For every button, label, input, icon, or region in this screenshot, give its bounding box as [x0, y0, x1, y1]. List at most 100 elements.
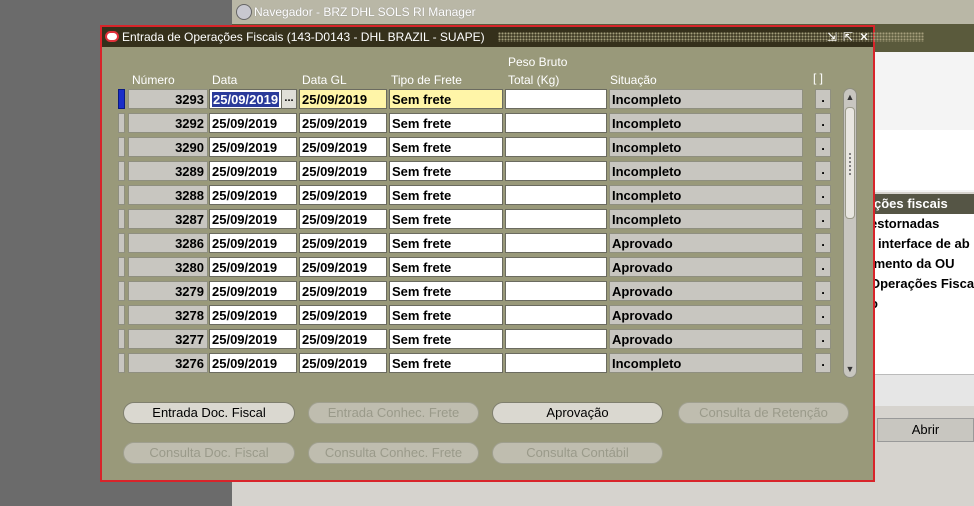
row-selector[interactable] [118, 137, 125, 157]
window-titlebar[interactable]: Entrada de Operações Fiscais (143-D0143 … [102, 27, 924, 47]
row-selector[interactable] [118, 353, 125, 373]
consulta-retencao-button[interactable]: Consulta de Retenção [678, 402, 849, 424]
table-row[interactable]: 3280 25/09/2019 25/09/2019 Sem frete Aprovad… [102, 257, 862, 277]
row-selector[interactable] [118, 209, 125, 229]
numero-cell[interactable]: 3290 [128, 137, 208, 157]
tipo-frete-field[interactable]: Sem frete [389, 329, 503, 349]
row-selector[interactable] [118, 257, 125, 277]
table-row[interactable]: 3278 25/09/2019 25/09/2019 Sem frete Aprovad… [102, 305, 862, 325]
tipo-frete-field[interactable]: Sem frete [389, 137, 503, 157]
consulta-contabil-button[interactable]: Consulta Contábil [492, 442, 663, 464]
numero-cell[interactable]: 3287 [128, 209, 208, 229]
descriptive-flexfield[interactable]: . [815, 209, 831, 229]
tipo-frete-field[interactable]: Sem frete [389, 257, 503, 277]
data-gl-field[interactable]: 25/09/2019 [299, 353, 387, 373]
consulta-doc-fiscal-button[interactable]: Consulta Doc. Fiscal [123, 442, 295, 464]
data-gl-field[interactable]: 25/09/2019 [299, 257, 387, 277]
row-selector[interactable] [118, 185, 125, 205]
tipo-frete-field[interactable]: Sem frete [389, 89, 503, 109]
peso-bruto-field[interactable] [505, 329, 607, 349]
data-gl-field[interactable]: 25/09/2019 [299, 305, 387, 325]
peso-bruto-field[interactable] [505, 305, 607, 325]
table-row[interactable]: 3277 25/09/2019 25/09/2019 Sem frete Aprovad… [102, 329, 862, 349]
vertical-scrollbar[interactable]: ▲ ▼ [843, 88, 857, 378]
abrir-button[interactable]: Abrir [877, 418, 974, 442]
peso-bruto-field[interactable] [505, 89, 607, 109]
row-selector[interactable] [118, 305, 125, 325]
data-field[interactable]: 25/09/2019 [209, 185, 297, 205]
descriptive-flexfield[interactable]: . [815, 329, 831, 349]
aprovacao-button[interactable]: Aprovação [492, 402, 663, 424]
tipo-frete-field[interactable]: Sem frete [389, 281, 503, 301]
data-field[interactable]: 25/09/2019 [209, 137, 297, 157]
data-gl-field[interactable]: 25/09/2019 [299, 113, 387, 133]
table-row[interactable]: 3276 25/09/2019 25/09/2019 Sem frete Incompl… [102, 353, 862, 373]
numero-cell[interactable]: 3278 [128, 305, 208, 325]
descriptive-flexfield[interactable]: . [815, 185, 831, 205]
consulta-conhec-frete-button[interactable]: Consulta Conhec. Frete [308, 442, 479, 464]
numero-cell[interactable]: 3286 [128, 233, 208, 253]
table-row[interactable]: 3292 25/09/2019 25/09/2019 Sem frete Incompl… [102, 113, 862, 133]
numero-cell[interactable]: 3279 [128, 281, 208, 301]
entrada-conhec-frete-button[interactable]: Entrada Conhec. Frete [308, 402, 479, 424]
maximize-icon[interactable]: ⇱ [841, 29, 855, 45]
data-gl-field[interactable]: 25/09/2019 [299, 209, 387, 229]
scroll-down-icon[interactable]: ▼ [844, 362, 856, 376]
table-row[interactable]: 3289 25/09/2019 25/09/2019 Sem frete Incompl… [102, 161, 862, 181]
row-selector[interactable] [118, 329, 125, 349]
table-row[interactable]: 3293 25/09/2019... 25/09/2019 Sem frete Inco… [102, 89, 862, 109]
numero-cell[interactable]: 3289 [128, 161, 208, 181]
tipo-frete-field[interactable]: Sem frete [389, 113, 503, 133]
numero-cell[interactable]: 3276 [128, 353, 208, 373]
close-icon[interactable]: ✕ [857, 29, 871, 45]
table-row[interactable]: 3290 25/09/2019 25/09/2019 Sem frete Incompl… [102, 137, 862, 157]
data-field[interactable]: 25/09/2019 [209, 353, 297, 373]
table-row[interactable]: 3287 25/09/2019 25/09/2019 Sem frete Incompl… [102, 209, 862, 229]
data-field[interactable]: 25/09/2019 [209, 161, 297, 181]
data-field[interactable]: 25/09/2019 [209, 305, 297, 325]
numero-cell[interactable]: 3280 [128, 257, 208, 277]
peso-bruto-field[interactable] [505, 185, 607, 205]
peso-bruto-field[interactable] [505, 209, 607, 229]
data-gl-field[interactable]: 25/09/2019 [299, 161, 387, 181]
list-item[interactable]: imento da OU [870, 254, 974, 274]
numero-cell[interactable]: 3277 [128, 329, 208, 349]
tipo-frete-field[interactable]: Sem frete [389, 161, 503, 181]
numero-cell[interactable]: 3292 [128, 113, 208, 133]
tipo-frete-field[interactable]: Sem frete [389, 305, 503, 325]
peso-bruto-field[interactable] [505, 257, 607, 277]
descriptive-flexfield[interactable]: . [815, 281, 831, 301]
list-item[interactable]: Operações Fisca [870, 274, 974, 294]
scroll-thumb[interactable] [845, 107, 855, 219]
peso-bruto-field[interactable] [505, 281, 607, 301]
descriptive-flexfield[interactable]: . [815, 305, 831, 325]
list-item[interactable]: o [870, 294, 974, 314]
data-field[interactable]: 25/09/2019 [209, 209, 297, 229]
scroll-up-icon[interactable]: ▲ [844, 90, 856, 104]
row-selector[interactable] [118, 89, 125, 109]
minimize-icon[interactable]: ⇲ [825, 29, 839, 45]
list-item[interactable]: - interface de ab [870, 234, 974, 254]
data-gl-field[interactable]: 25/09/2019 [299, 281, 387, 301]
table-row[interactable]: 3288 25/09/2019 25/09/2019 Sem frete Incompl… [102, 185, 862, 205]
data-gl-field[interactable]: 25/09/2019 [299, 89, 387, 109]
peso-bruto-field[interactable] [505, 113, 607, 133]
row-selector[interactable] [118, 113, 125, 133]
table-row[interactable]: 3286 25/09/2019 25/09/2019 Sem frete Aprovad… [102, 233, 862, 253]
peso-bruto-field[interactable] [505, 233, 607, 253]
descriptive-flexfield[interactable]: . [815, 233, 831, 253]
descriptive-flexfield[interactable]: . [815, 353, 831, 373]
data-field[interactable]: 25/09/2019 [209, 257, 297, 277]
data-gl-field[interactable]: 25/09/2019 [299, 233, 387, 253]
data-gl-field[interactable]: 25/09/2019 [299, 329, 387, 349]
data-field[interactable]: 25/09/2019 [209, 329, 297, 349]
tipo-frete-field[interactable]: Sem frete [389, 185, 503, 205]
data-gl-field[interactable]: 25/09/2019 [299, 137, 387, 157]
entrada-doc-fiscal-button[interactable]: Entrada Doc. Fiscal [123, 402, 295, 424]
row-selector[interactable] [118, 281, 125, 301]
tipo-frete-field[interactable]: Sem frete [389, 353, 503, 373]
descriptive-flexfield[interactable]: . [815, 257, 831, 277]
tipo-frete-field[interactable]: Sem frete [389, 209, 503, 229]
peso-bruto-field[interactable] [505, 137, 607, 157]
numero-cell[interactable]: 3288 [128, 185, 208, 205]
